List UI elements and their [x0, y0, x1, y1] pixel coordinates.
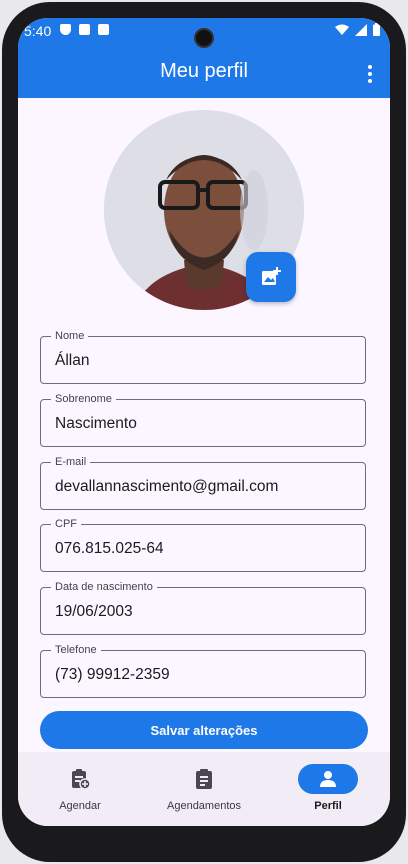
- shield-status-icon: [60, 24, 71, 35]
- nav-item-perfil[interactable]: Perfil: [266, 752, 390, 826]
- field-label: Nome: [51, 329, 89, 343]
- field-label: Data de nascimento: [51, 580, 157, 594]
- save-changes-button[interactable]: Salvar alterações: [40, 711, 368, 749]
- more-vert-icon: [368, 65, 372, 69]
- add-photo-icon: [262, 267, 281, 285]
- battery-icon: [373, 23, 380, 36]
- field-value: 076.815.025-64: [55, 540, 164, 557]
- change-photo-button[interactable]: [246, 252, 296, 302]
- field-value: devallannascimento@gmail.com: [55, 478, 279, 495]
- bottom-navigation: Agendar Agendamentos Perfil: [18, 752, 390, 826]
- nav-item-agendamentos[interactable]: Agendamentos: [142, 752, 266, 826]
- field-label: Sobrenome: [51, 392, 116, 406]
- app-status-icon: [98, 24, 109, 35]
- screen: 5:40 Meu perfil Nome Állan Sobrenome Nas…: [18, 18, 390, 826]
- field-value: 19/06/2003: [55, 603, 133, 620]
- field-label: Telefone: [51, 643, 101, 657]
- front-camera: [194, 28, 214, 48]
- email-field[interactable]: E-mail devallannascimento@gmail.com: [40, 455, 366, 510]
- cpf-field[interactable]: CPF 076.815.025-64: [40, 517, 366, 572]
- field-value: Állan: [55, 352, 90, 369]
- field-value: Nascimento: [55, 415, 137, 432]
- person-icon: [320, 771, 336, 787]
- field-label: E-mail: [51, 455, 91, 469]
- nav-label: Perfil: [314, 800, 342, 812]
- birth-date-field[interactable]: Data de nascimento 19/06/2003: [40, 580, 366, 635]
- phone-field[interactable]: Telefone (73) 99912-2359: [40, 643, 366, 698]
- signal-icon: [355, 23, 367, 36]
- status-time: 5:40: [24, 23, 52, 39]
- more-options-button[interactable]: [358, 60, 382, 88]
- clipboard-icon: [196, 769, 212, 789]
- nav-item-agendar[interactable]: Agendar: [18, 752, 142, 826]
- first-name-field[interactable]: Nome Állan: [40, 329, 366, 384]
- sim-status-icon: [79, 24, 90, 35]
- field-label: CPF: [51, 517, 81, 531]
- app-bar: Meu perfil: [18, 50, 390, 98]
- nav-label: Agendar: [59, 800, 101, 812]
- system-icons: [335, 23, 380, 36]
- wifi-icon: [335, 24, 349, 35]
- notification-icons: [60, 24, 109, 35]
- nav-label: Agendamentos: [167, 800, 241, 812]
- field-value: (73) 99912-2359: [55, 666, 170, 683]
- calendar-add-icon: [72, 769, 91, 790]
- phone-frame: 5:40 Meu perfil Nome Állan Sobrenome Nas…: [2, 2, 406, 862]
- status-bar: 5:40: [18, 18, 390, 50]
- last-name-field[interactable]: Sobrenome Nascimento: [40, 392, 366, 447]
- page-title: Meu perfil: [160, 60, 248, 82]
